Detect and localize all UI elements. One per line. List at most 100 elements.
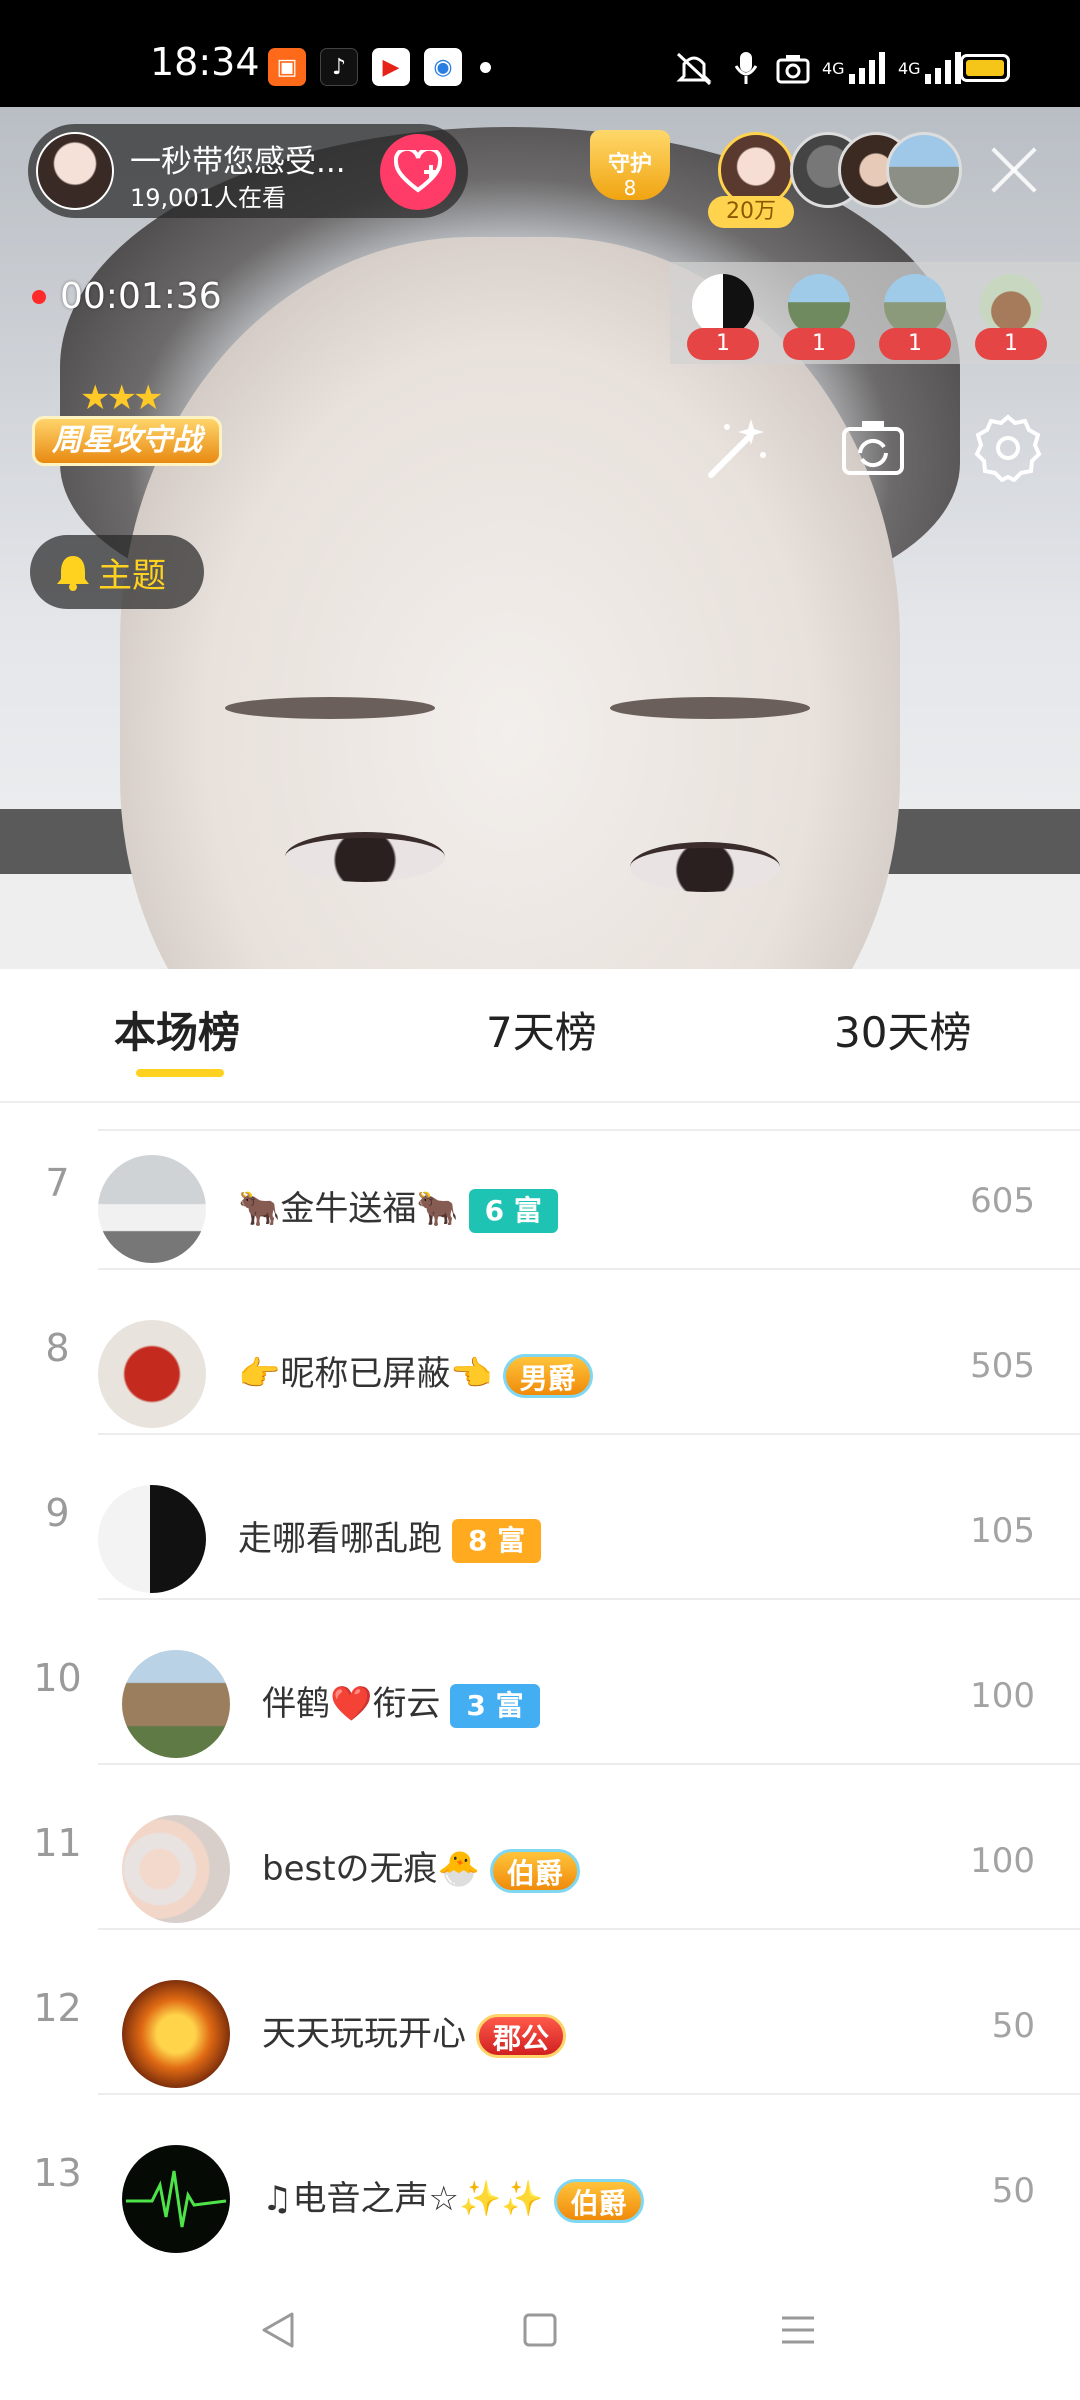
contributor-count-2: 1: [783, 328, 855, 360]
rank-number: 11: [33, 1821, 82, 1865]
noble-rank-badge: 伯爵: [553, 2178, 644, 2223]
battery-icon: [960, 54, 1010, 82]
settings-gear-icon[interactable]: [970, 410, 1046, 486]
network-type: 4G: [822, 58, 845, 78]
user-avatar[interactable]: [98, 1320, 206, 1428]
guard-count: 8: [623, 176, 637, 200]
contributor-avatar-2[interactable]: [788, 274, 850, 336]
user-name: bestの无痕🐣 伯爵: [262, 1841, 580, 1893]
user-avatar[interactable]: [122, 1980, 230, 2088]
user-avatar[interactable]: [98, 1155, 206, 1263]
status-bar: 18:34 ▣ ♪ ▶ ◉ 4G 4G: [0, 0, 1080, 107]
row-divider: [98, 1763, 1080, 1765]
user-avatar[interactable]: [122, 2145, 230, 2253]
left-eye: [285, 832, 445, 882]
leaderboard-list[interactable]: 7 🐂金牛送福🐂 6 富 605 8 👉昵称已屏蔽👈 男爵 505 9 走哪看哪乱跑…: [0, 1103, 1080, 2260]
home-button[interactable]: [510, 2300, 570, 2360]
user-avatar[interactable]: [122, 1815, 230, 1923]
home-square-icon: [523, 2313, 557, 2347]
leaderboard-row[interactable]: 11 bestの无痕🐣 伯爵 100: [0, 1763, 1080, 1928]
user-name-text: 伴鹤❤️衔云: [262, 1684, 441, 1724]
status-time: 18:34: [150, 40, 260, 84]
user-name: 天天玩玩开心 郡公: [262, 2006, 567, 2058]
contribution-score: 100: [970, 1676, 1035, 1716]
rank-number: 7: [45, 1161, 70, 1205]
leaderboard-row[interactable]: 12 天天玩玩开心 郡公 50: [0, 1928, 1080, 2093]
contributor-avatar-4[interactable]: [980, 274, 1042, 336]
row-divider: [98, 2093, 1080, 2095]
contributor-count-3: 1: [879, 328, 951, 360]
user-name: 🐂金牛送福🐂 6 富: [238, 1181, 558, 1233]
guard-badge[interactable]: 守护 8: [584, 130, 676, 216]
right-eye: [630, 842, 780, 892]
flip-camera-icon[interactable]: [835, 410, 911, 486]
leaderboard-tabs: 本场榜 7天榜 30天榜: [0, 969, 1080, 1103]
leaderboard-row[interactable]: 10 伴鹤❤️衔云 3 富 100: [0, 1598, 1080, 1763]
wealth-level-badge: 6 富: [468, 1188, 558, 1233]
gift-contributors: 1 1 1 1: [670, 262, 1080, 364]
tab-30-days[interactable]: 30天榜: [834, 999, 971, 1060]
noble-rank-badge: 伯爵: [489, 1848, 580, 1893]
row-divider: [98, 1928, 1080, 1930]
guard-label: 守护: [607, 152, 652, 177]
user-name-text: 天天玩玩开心: [262, 2014, 466, 2054]
event-badge-label: 周星攻守战: [32, 416, 222, 466]
system-nav-bar: [0, 2260, 1080, 2400]
rank-number: 12: [33, 1986, 82, 2030]
recording-dot: [32, 290, 46, 304]
row-divider: [98, 1268, 1080, 1270]
contribution-score: 50: [991, 2006, 1035, 2046]
leaderboard-row[interactable]: 13 ♫电音之声☆✨✨ 伯爵 50: [0, 2093, 1080, 2258]
rank-number: 10: [33, 1656, 82, 1700]
row-divider: [98, 1598, 1080, 1600]
heart-plus-icon: [394, 150, 442, 193]
close-button[interactable]: [984, 140, 1044, 200]
leaderboard-row[interactable]: 9 走哪看哪乱跑 8 富 105: [0, 1433, 1080, 1598]
leaderboard-row[interactable]: 7 🐂金牛送福🐂 6 富 605: [0, 1103, 1080, 1268]
follow-button[interactable]: [380, 134, 456, 210]
waveform-icon: [126, 2170, 227, 2228]
streamer-avatar[interactable]: [36, 132, 114, 210]
microphone-icon: [732, 48, 760, 88]
top-fan-avatar-4[interactable]: [886, 132, 962, 208]
rank-number: 8: [45, 1326, 70, 1370]
user-name-text: bestの无痕🐣: [262, 1849, 480, 1889]
browser-app-icon: ◉: [424, 48, 462, 86]
beauty-wand-icon[interactable]: [700, 410, 776, 486]
wealth-level-badge: 3 富: [450, 1683, 540, 1728]
wealth-level-badge: 8 富: [452, 1518, 542, 1563]
topic-label: 主题: [98, 555, 166, 596]
recents-button[interactable]: [768, 2300, 828, 2360]
contributor-avatar-1[interactable]: [692, 274, 754, 336]
viewer-count: 19,001人在看: [130, 184, 286, 212]
active-tab-indicator: [136, 1069, 224, 1077]
camera-icon: [776, 48, 810, 88]
rank-number: 9: [45, 1491, 70, 1535]
tab-7-days[interactable]: 7天榜: [486, 999, 597, 1060]
contribution-score: 505: [970, 1346, 1035, 1386]
kuaishou-app-icon: ▣: [268, 48, 306, 86]
user-name: 走哪看哪乱跑 8 富: [238, 1511, 542, 1563]
tiktok-app-icon: ♪: [320, 48, 358, 86]
user-name-text: 走哪看哪乱跑: [238, 1519, 442, 1559]
tab-this-session[interactable]: 本场榜: [114, 999, 240, 1060]
user-name-text: ♫电音之声☆✨✨: [262, 2179, 544, 2219]
event-badge[interactable]: ★★★ 周星攻守战: [32, 378, 222, 470]
streamer-info[interactable]: 一秒带您感受... 19,001人在看: [28, 124, 468, 218]
stars-icon: ★★★: [80, 378, 163, 418]
user-avatar[interactable]: [122, 1650, 230, 1758]
contribution-score: 105: [970, 1511, 1035, 1551]
noble-rank-badge: 男爵: [502, 1353, 593, 1398]
user-name-text: 👉昵称已屏蔽👈: [238, 1354, 493, 1394]
contributor-avatar-3[interactable]: [884, 274, 946, 336]
stream-timer: 00:01:36: [60, 276, 222, 317]
silent-icon: [672, 48, 716, 88]
topic-button[interactable]: 主题: [30, 535, 204, 609]
user-name: 👉昵称已屏蔽👈 男爵: [238, 1346, 593, 1398]
contributor-count-1: 1: [687, 328, 759, 360]
user-avatar[interactable]: [98, 1485, 206, 1593]
leaderboard-row[interactable]: 8 👉昵称已屏蔽👈 男爵 505: [0, 1268, 1080, 1433]
back-button[interactable]: [248, 2300, 308, 2360]
rank-number: 13: [33, 2151, 82, 2195]
contribution-score: 100: [970, 1841, 1035, 1881]
